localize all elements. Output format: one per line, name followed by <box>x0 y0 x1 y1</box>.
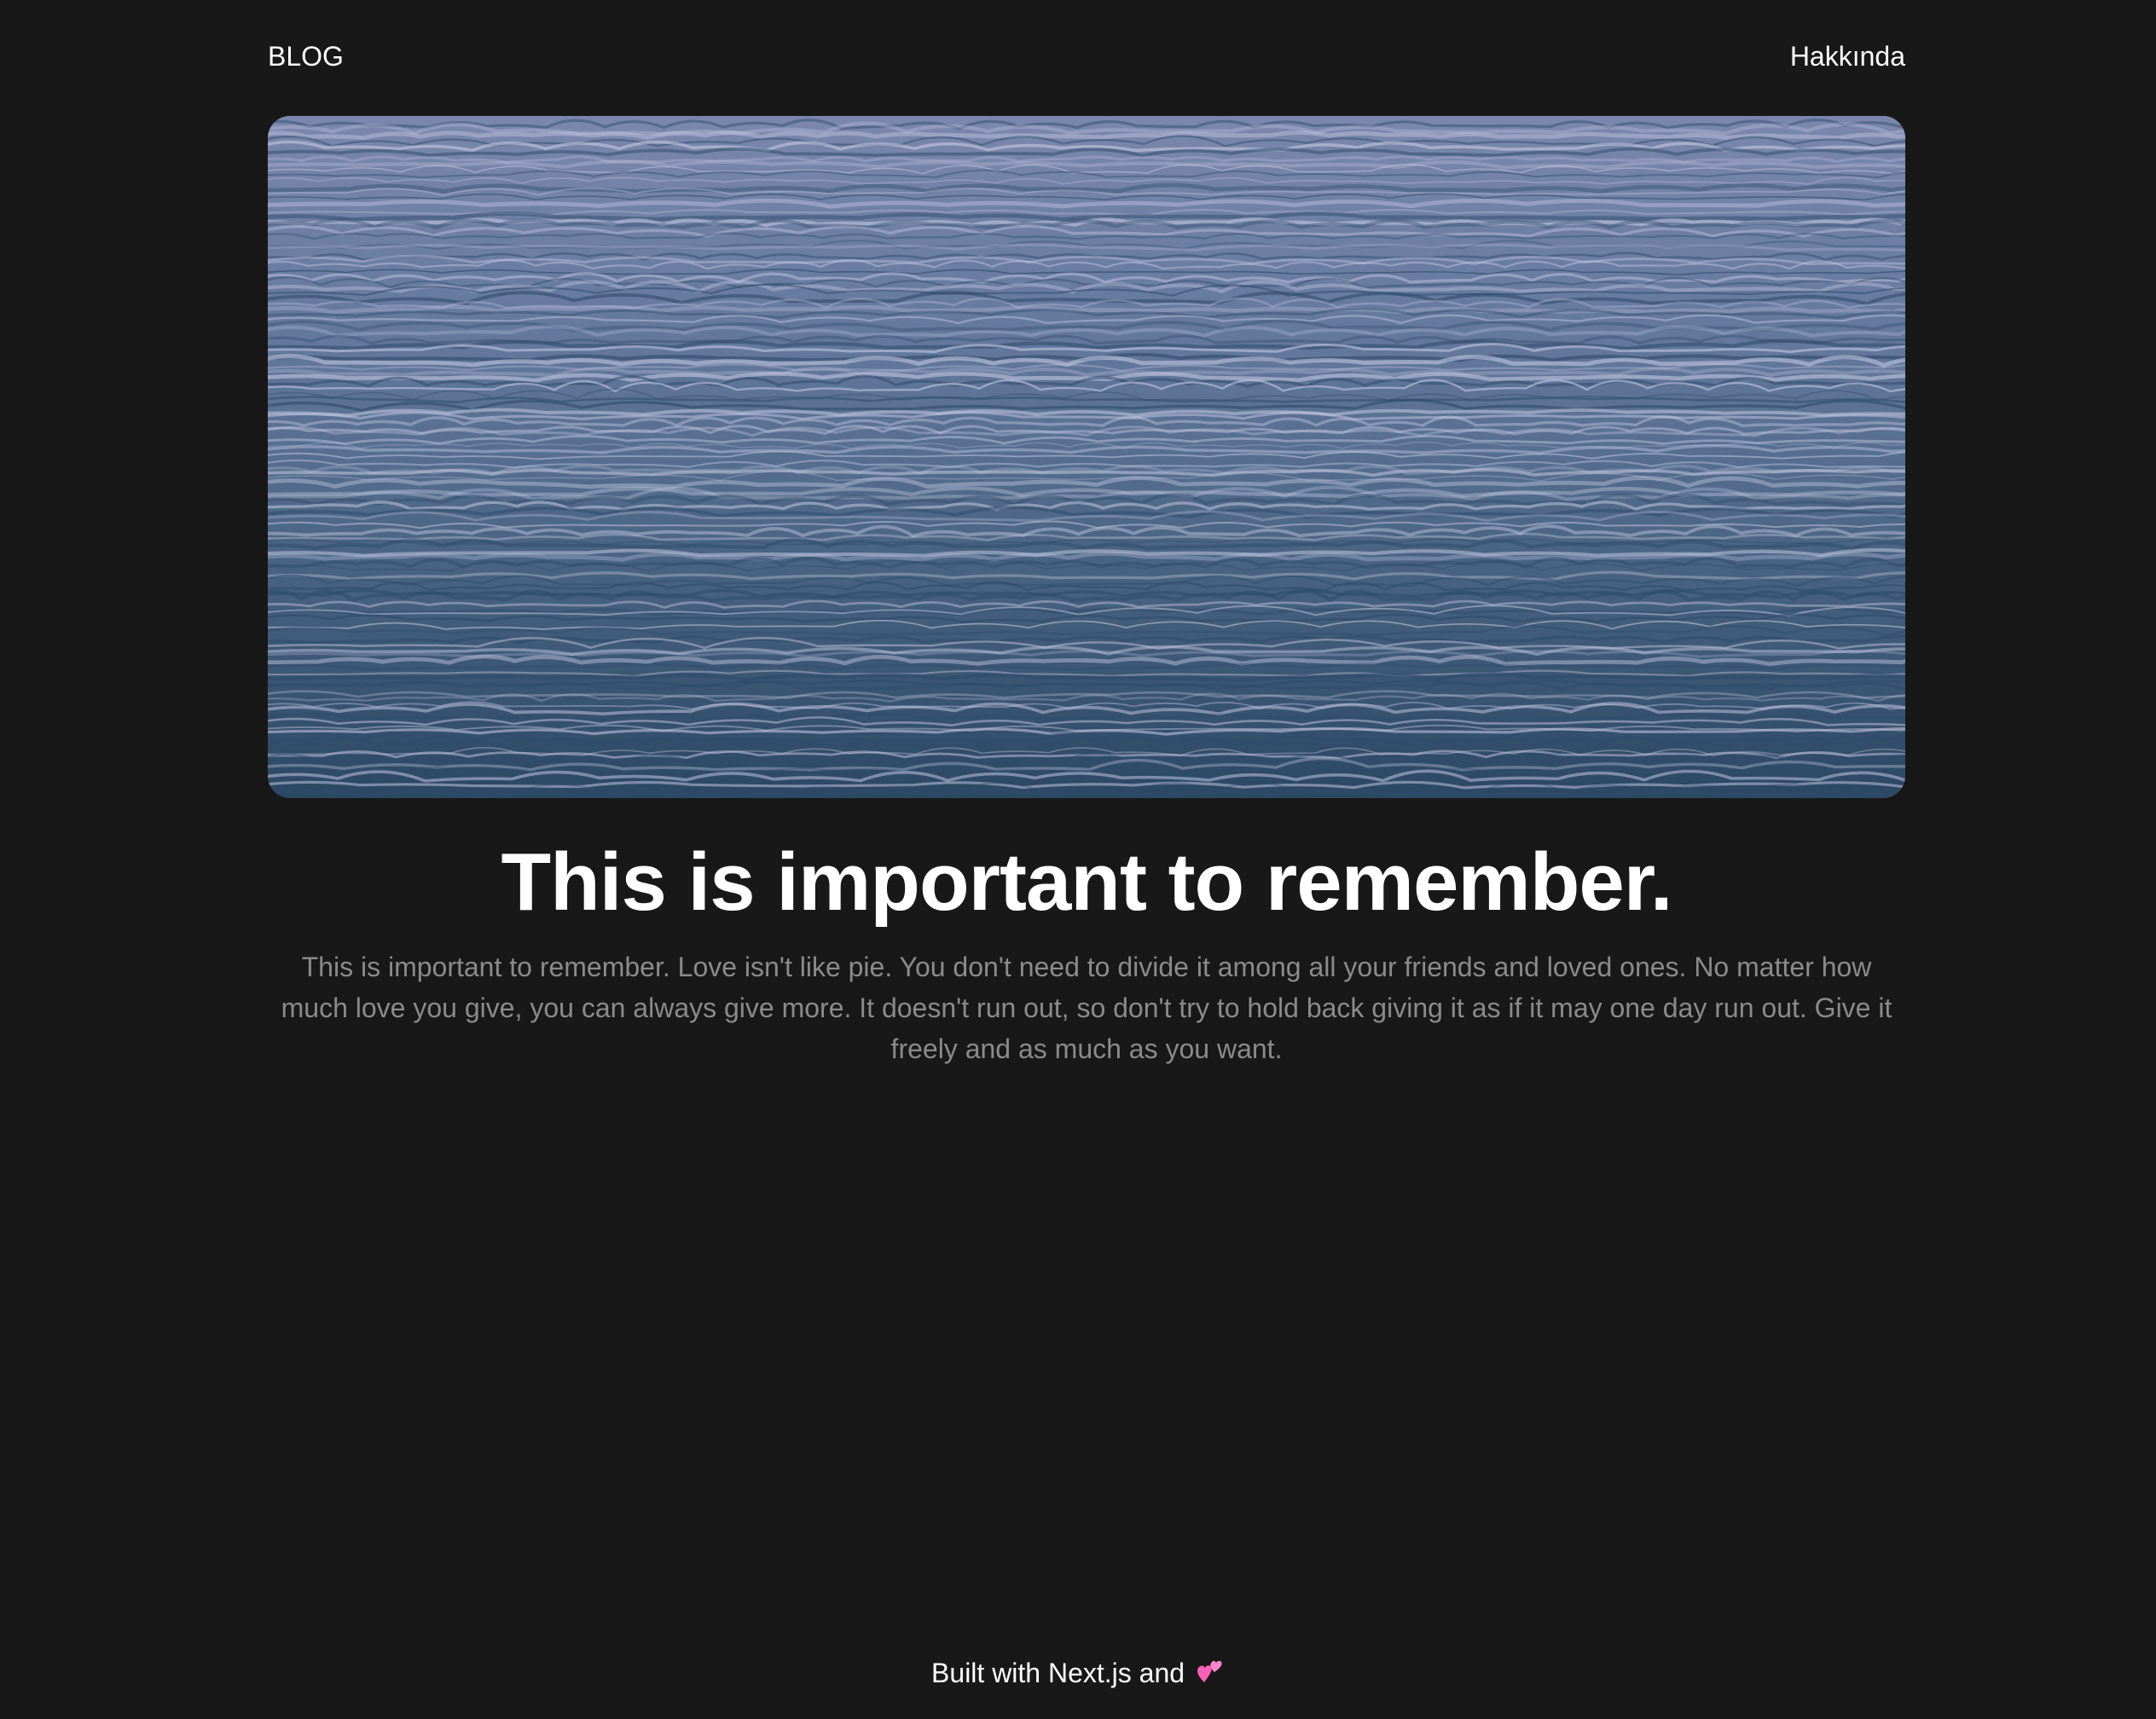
post-title: This is important to remember. <box>501 836 1673 928</box>
blog-home-link[interactable]: BLOG <box>268 43 344 70</box>
top-navigation: BLOG Hakkında <box>268 0 1905 111</box>
hero-image <box>268 116 1905 798</box>
footer: Built with Next.js and <box>0 1654 2156 1695</box>
post-excerpt: This is important to remember. Love isn'… <box>281 951 1892 1064</box>
two-hearts-icon <box>1196 1657 1225 1695</box>
content-container: BLOG Hakkında This is important to remem… <box>268 0 1905 1069</box>
page: BLOG Hakkında This is important to remem… <box>0 0 2156 1719</box>
footer-text: Built with Next.js and <box>931 1658 1185 1688</box>
ocean-waves-image <box>268 116 1905 798</box>
about-link[interactable]: Hakkında <box>1790 43 1905 70</box>
